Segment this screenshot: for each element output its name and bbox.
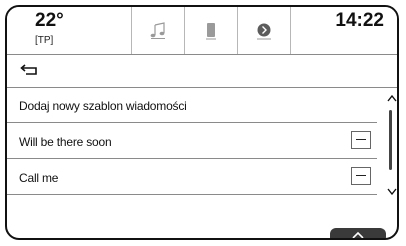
status-bar: 22° [TP] 14:22 <box>7 7 397 55</box>
traffic-program-indicator: [TP] <box>35 35 54 46</box>
expand-up-button[interactable] <box>330 228 386 238</box>
list-item-add-template[interactable]: Dodaj nowy szablon wiadomości <box>7 88 377 123</box>
tab-music[interactable] <box>132 7 184 54</box>
screen: 22° [TP] 14:22 Dodaj nowy szablon wiadom… <box>0 0 406 246</box>
list-item-label: Call me <box>19 171 59 185</box>
music-note-icon <box>150 21 165 39</box>
scrollbar-thumb[interactable] <box>389 110 392 170</box>
scroll-up-icon[interactable] <box>385 92 399 106</box>
delete-button[interactable] <box>351 167 371 185</box>
tab-phone[interactable] <box>185 7 237 54</box>
temperature: 22° <box>35 10 64 31</box>
phone-icon <box>206 22 216 39</box>
list-item[interactable]: Call me <box>7 160 377 195</box>
scroll-down-icon[interactable] <box>385 184 399 198</box>
tab-navigation[interactable] <box>238 7 290 54</box>
back-arrow-icon <box>20 64 37 75</box>
chevron-up-icon <box>352 231 364 238</box>
delete-button[interactable] <box>351 131 371 149</box>
tab-divider <box>290 7 291 54</box>
list-item[interactable]: Will be there soon <box>7 124 377 159</box>
navigation-icon <box>257 23 271 39</box>
back-bar <box>7 54 397 88</box>
back-button[interactable] <box>17 60 55 82</box>
list-item-label: Dodaj nowy szablon wiadomości <box>19 99 187 113</box>
list-item-label: Will be there soon <box>19 135 112 149</box>
display-frame: 22° [TP] 14:22 Dodaj nowy szablon wiadom… <box>5 5 399 240</box>
clock: 14:22 <box>335 10 384 31</box>
